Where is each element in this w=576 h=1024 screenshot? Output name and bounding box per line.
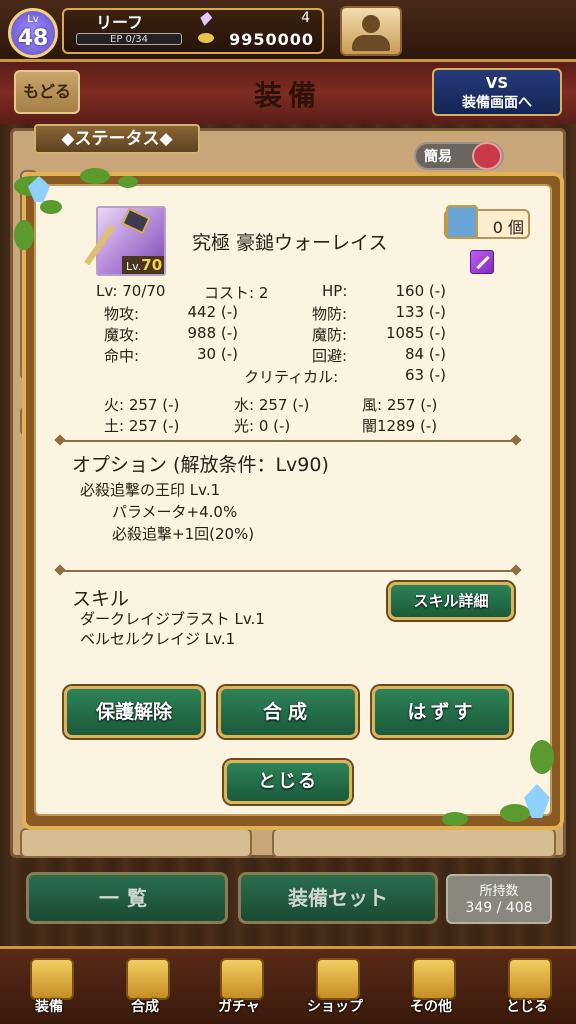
item-level-badge: Lv.70	[122, 256, 164, 274]
element-wind: 風: 257 (-)	[362, 396, 438, 414]
option-effect-2: 必殺追撃+1回(20%)	[112, 525, 255, 543]
nav-item-label: ショップ	[307, 999, 363, 1015]
close-button[interactable]: とじる	[224, 760, 352, 804]
inventory-count-value: 349 / 408	[465, 900, 533, 916]
stat-hp-label: HP:	[322, 282, 348, 300]
combine-button[interactable]: 合成	[218, 686, 358, 738]
character-frame-icon	[446, 205, 478, 239]
nav-item-label: 装備	[35, 999, 63, 1015]
stat-accuracy-label: 命中:	[104, 347, 140, 365]
nav-item-label: 合成	[131, 999, 159, 1015]
equip-set-button[interactable]: 装備セット	[238, 872, 438, 924]
vs-button-label-line2: 装備画面へ	[462, 95, 532, 111]
close-lion-icon	[508, 958, 552, 1000]
element-water: 水: 257 (-)	[234, 396, 310, 414]
stat-level: Lv: 70/70	[96, 282, 166, 300]
nav-item-label: とじる	[506, 999, 548, 1015]
stat-matk-label: 魔攻:	[104, 326, 140, 344]
stat-pdef-label: 物防:	[312, 305, 348, 323]
player-name: リーフ	[96, 13, 144, 32]
nav-item-combine[interactable]: 合成	[100, 950, 190, 1022]
equipment-icon	[30, 958, 74, 1000]
nav-item-gacha[interactable]: ガチャ	[194, 950, 284, 1022]
nav-item-label: その他	[410, 999, 452, 1015]
item-level: 70	[141, 256, 163, 274]
ep-gauge: EP 0/34	[76, 33, 182, 45]
crystal-count: 4	[301, 10, 310, 26]
player-level: 48	[17, 26, 49, 51]
stat-mdef-value: 1085 (-)	[385, 324, 446, 342]
stat-cost: コスト: 2	[204, 284, 269, 302]
skill-2: ベルセルクレイジ Lv.1	[80, 630, 236, 648]
option-name: 必殺追撃の王印 Lv.1	[80, 481, 221, 499]
inventory-count-box: 所持数 349 / 408	[446, 874, 552, 924]
stat-hp-value: 160 (-)	[395, 282, 446, 300]
vine-leaf-decoration	[40, 200, 62, 214]
purple-staff-icon	[470, 250, 494, 274]
stat-patk-label: 物攻:	[104, 305, 140, 323]
stat-patk-value: 442 (-)	[187, 303, 238, 321]
element-fire: 火: 257 (-)	[104, 396, 180, 414]
nav-item-close[interactable]: とじる	[482, 950, 572, 1022]
nav-item-label: ガチャ	[218, 999, 260, 1015]
remove-button[interactable]: はずす	[372, 686, 512, 738]
vine-leaf-decoration	[118, 176, 138, 188]
option-effect-1: パラメータ+4.0%	[112, 503, 238, 521]
back-button[interactable]: もどる	[14, 70, 80, 114]
vs-equipment-button[interactable]: VS 装備画面へ	[432, 68, 562, 116]
player-level-badge: Lv 48	[8, 8, 58, 58]
stat-matk-value: 988 (-)	[187, 324, 238, 342]
background-card	[20, 828, 252, 858]
background-card	[272, 828, 556, 858]
vine-leaf-decoration	[80, 168, 110, 184]
vine-leaf-decoration	[530, 740, 554, 774]
refresh-icon	[472, 142, 502, 170]
gear-icon	[412, 958, 456, 1000]
nav-item-shop[interactable]: ショップ	[290, 950, 380, 1022]
protect-release-button[interactable]: 保護解除	[64, 686, 204, 738]
option-title: オプション (解放条件：Lv90)	[72, 454, 329, 476]
skill-detail-button[interactable]: スキル詳細	[388, 582, 514, 620]
hammer-icon	[126, 958, 170, 1000]
level-prefix: Lv	[27, 14, 39, 25]
vine-leaf-decoration	[442, 812, 468, 826]
item-name: 究極 豪鎚ウォーレイス	[192, 232, 388, 254]
inventory-count-label: 所持数	[479, 884, 519, 899]
element-dark: 闇1289 (-)	[362, 417, 438, 435]
stat-accuracy-value: 30 (-)	[197, 345, 238, 363]
list-button[interactable]: 一覧	[26, 872, 228, 924]
section-divider	[62, 440, 514, 442]
vine-leaf-decoration	[500, 804, 530, 822]
status-tab: ◆ステータス◆	[34, 124, 200, 154]
item-level-prefix: Lv.	[126, 260, 142, 273]
stat-critical-label: クリティカル:	[244, 368, 339, 386]
stat-evasion-value: 84 (-)	[405, 345, 446, 363]
gold-coin-icon	[198, 33, 214, 43]
friends-book-icon[interactable]	[340, 6, 402, 56]
skill-1: ダークレイジブラスト Lv.1	[80, 610, 265, 628]
element-light: 光: 0 (-)	[234, 417, 291, 435]
vs-button-label-line1: VS	[485, 74, 509, 92]
page-title: 装備	[253, 79, 322, 112]
stat-critical-value: 63 (-)	[405, 366, 446, 384]
nav-item-other[interactable]: その他	[386, 950, 476, 1022]
simple-view-label: 簡易	[424, 149, 452, 165]
nav-item-equipment[interactable]: 装備	[4, 950, 94, 1022]
stat-mdef-label: 魔防:	[312, 326, 348, 344]
vine-leaf-decoration	[14, 220, 34, 250]
owned-count: 0 個	[492, 218, 524, 237]
crystal-shop-icon	[316, 958, 360, 1000]
element-earth: 土: 257 (-)	[104, 417, 180, 435]
section-divider	[62, 570, 514, 572]
stat-evasion-label: 回避:	[312, 347, 348, 365]
gold-count: 9950000	[229, 30, 314, 49]
skill-title: スキル	[72, 588, 130, 610]
gacha-cards-icon	[220, 958, 264, 1000]
stat-pdef-value: 133 (-)	[395, 303, 446, 321]
